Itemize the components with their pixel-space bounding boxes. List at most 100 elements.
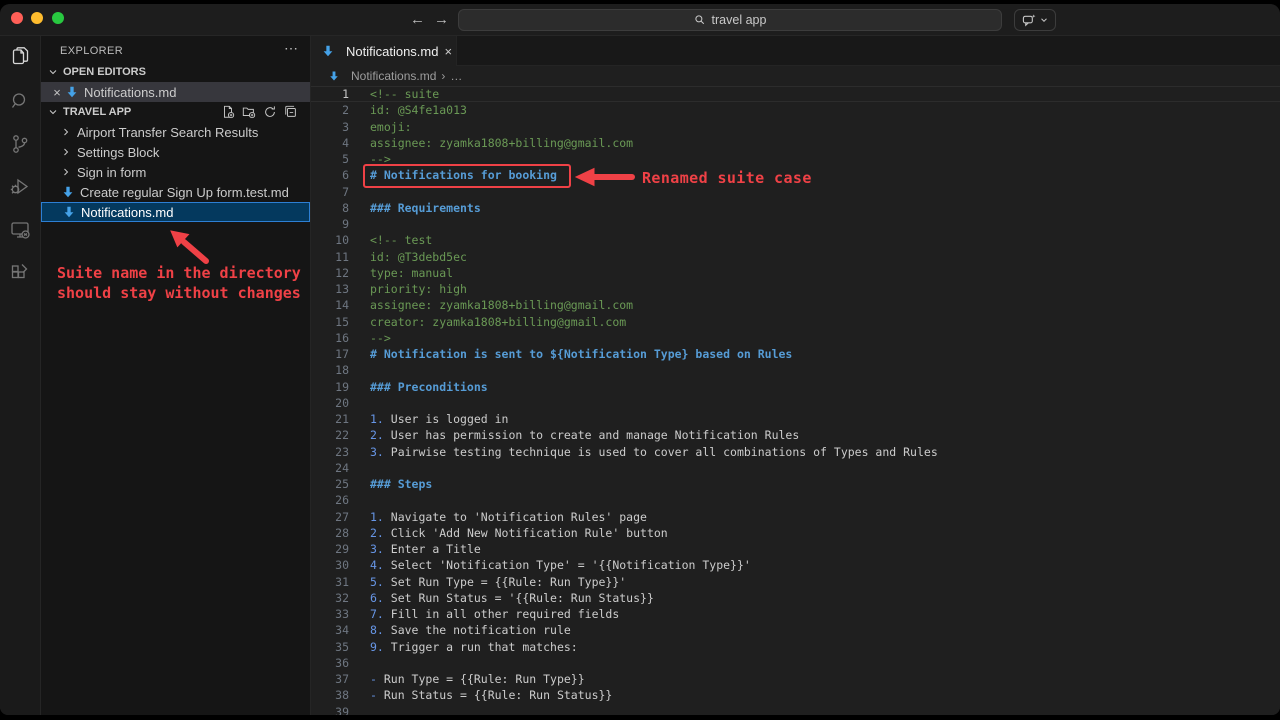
collapse-all-icon[interactable] [284,105,298,119]
code-line[interactable]: 38- Run Status = {{Rule: Run Status}} [311,687,1280,703]
code-line[interactable]: 2id: @S4fe1a013 [311,102,1280,118]
breadcrumb-ellipsis[interactable]: … [450,69,462,83]
copilot-menu-button[interactable] [1014,9,1056,31]
code-editor[interactable]: 1<!-- suite2id: @S4fe1a0133emoji:4assign… [311,86,1280,715]
tree-item-settings-block[interactable]: Settings Block [41,142,310,162]
chevron-right-icon [60,166,72,178]
close-icon[interactable]: × [49,85,65,100]
breadcrumb-file[interactable]: Notifications.md [351,69,436,83]
activity-run-debug[interactable] [0,165,41,208]
activity-extensions[interactable] [0,251,41,294]
explorer-more-actions[interactable]: ⋯ [284,40,298,57]
code-line[interactable]: 304. Select 'Notification Type' = '{{Not… [311,557,1280,573]
code-line[interactable]: 26 [311,492,1280,508]
tree-item-airport-transfer-search-results[interactable]: Airport Transfer Search Results [41,122,310,142]
code-line[interactable]: 11id: @T3debd5ec [311,249,1280,265]
code-token: - [370,687,377,703]
code-line[interactable]: 9 [311,216,1280,232]
editor-pane: Notifications.md × Notifications.md › … … [311,36,1280,715]
code-line[interactable]: 315. Set Run Type = {{Rule: Run Type}}' [311,574,1280,590]
tab-close-icon[interactable]: × [444,44,452,59]
run-debug-icon [8,175,32,199]
code-line[interactable]: 282. Click 'Add New Notification Rule' b… [311,525,1280,541]
code-line[interactable]: 10<!-- test [311,232,1280,248]
code-line[interactable]: 19### Preconditions [311,379,1280,395]
activity-source-control[interactable] [0,122,41,165]
code-line[interactable]: 359. Trigger a run that matches: [311,639,1280,655]
traffic-light-close[interactable] [11,12,23,24]
sidebar-title: EXPLORER [60,45,123,57]
line-number: 35 [311,639,349,655]
traffic-light-minimize[interactable] [31,12,43,24]
command-center-search[interactable]: travel app [458,9,1002,31]
line-number: 24 [311,460,349,476]
activity-search[interactable] [0,79,41,122]
code-line[interactable]: 13priority: high [311,281,1280,297]
code-line[interactable]: 337. Fill in all other required fields [311,606,1280,622]
code-line[interactable]: 211. User is logged in [311,411,1280,427]
code-token: 9. [370,639,384,655]
code-line[interactable]: 4assignee: zyamka1808+billing@gmail.com [311,135,1280,151]
refresh-icon[interactable] [263,105,277,119]
code-line[interactable]: 14assignee: zyamka1808+billing@gmail.com [311,297,1280,313]
tab-notifications-md[interactable]: Notifications.md × [311,36,457,66]
activity-remote-explorer[interactable] [0,208,41,251]
line-number: 20 [311,395,349,411]
folder-section-header[interactable]: TRAVEL APP [41,102,310,122]
code-line[interactable]: 39 [311,704,1280,716]
code-token: Select 'Notification Type' = '{{Notifica… [384,557,751,573]
search-value: travel app [712,13,767,27]
code-line[interactable]: 293. Enter a Title [311,541,1280,557]
code-line[interactable]: 1<!-- suite [311,86,1280,102]
line-number: 19 [311,379,349,395]
code-line[interactable]: 233. Pairwise testing technique is used … [311,444,1280,460]
tree-item-notifications-md[interactable]: Notifications.md [41,202,310,222]
code-line[interactable]: 3emoji: [311,119,1280,135]
markdown-file-icon [327,70,341,82]
code-line[interactable]: 17# Notification is sent to ${Notificati… [311,346,1280,362]
code-line[interactable]: 24 [311,460,1280,476]
line-number: 14 [311,297,349,313]
code-line[interactable]: 20 [311,395,1280,411]
search-icon [8,89,32,113]
new-folder-icon[interactable] [242,105,256,119]
nav-forward-button[interactable]: → [434,10,449,30]
code-line[interactable]: 7 [311,184,1280,200]
activity-explorer[interactable] [0,36,41,79]
code-line[interactable]: 326. Set Run Status = '{{Rule: Run Statu… [311,590,1280,606]
code-line[interactable]: 15creator: zyamka1808+billing@gmail.com [311,314,1280,330]
line-number: 29 [311,541,349,557]
code-line[interactable]: 8### Requirements [311,200,1280,216]
code-line[interactable]: 25### Steps [311,476,1280,492]
code-line[interactable]: 348. Save the notification rule [311,622,1280,638]
code-line[interactable]: 5--> [311,151,1280,167]
tree-item-create-regular-sign-up-form-test-md[interactable]: Create regular Sign Up form.test.md [41,182,310,202]
code-token: # Notification is sent to ${Notification… [370,346,792,362]
open-editor-item[interactable]: × Notifications.md [41,82,310,102]
line-number: 31 [311,574,349,590]
traffic-light-maximize[interactable] [52,12,64,24]
activity-bar [0,36,41,715]
open-editors-section-header[interactable]: OPEN EDITORS [41,62,310,82]
code-line[interactable]: 12type: manual [311,265,1280,281]
code-line[interactable]: 222. User has permission to create and m… [311,427,1280,443]
code-line[interactable]: 271. Navigate to 'Notification Rules' pa… [311,509,1280,525]
code-token: ### Steps [370,476,432,492]
copilot-chat-icon [1022,13,1037,28]
tree-item-sign-in-form[interactable]: Sign in form [41,162,310,182]
code-line[interactable]: 37- Run Type = {{Rule: Run Type}} [311,671,1280,687]
code-token: Set Run Type = {{Rule: Run Type}}' [384,574,626,590]
new-file-icon[interactable] [221,105,235,119]
code-token: 8. [370,622,384,638]
code-token: Click 'Add New Notification Rule' button [384,525,668,541]
code-token: 3. [370,444,384,460]
code-line[interactable]: 16--> [311,330,1280,346]
nav-back-button[interactable]: ← [410,10,425,30]
code-line[interactable]: 6# Notifications for booking [311,167,1280,183]
line-number: 2 [311,102,349,118]
code-line[interactable]: 18 [311,362,1280,378]
titlebar: ← → travel app [0,4,1280,36]
breadcrumb[interactable]: Notifications.md › … [311,66,1280,86]
line-number: 28 [311,525,349,541]
code-line[interactable]: 36 [311,655,1280,671]
